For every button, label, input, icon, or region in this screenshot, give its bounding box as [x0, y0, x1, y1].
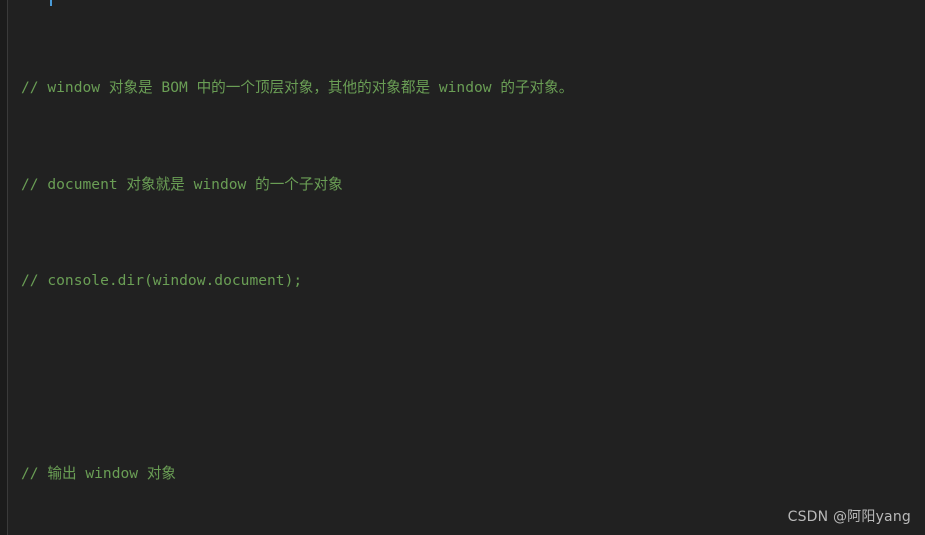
editor-left-gutter-strip — [0, 0, 7, 535]
code-line[interactable]: // console.dir(window.document); — [21, 269, 925, 293]
code-line[interactable]: // 输出 window 对象 — [21, 462, 925, 486]
code-line[interactable]: // document 对象就是 window 的一个子对象 — [21, 173, 925, 197]
editor-left-divider — [7, 0, 8, 535]
code-content-area[interactable]: // window 对象是 BOM 中的一个顶层对象，其他的对象都是 windo… — [21, 4, 925, 535]
code-line[interactable]: // window 对象是 BOM 中的一个顶层对象，其他的对象都是 windo… — [21, 76, 925, 100]
comment-token: // document 对象就是 window 的一个子对象 — [21, 175, 343, 193]
csdn-watermark: CSDN @阿阳yang — [787, 509, 911, 525]
comment-token: // console.dir(window.document); — [21, 272, 303, 290]
code-line-blank[interactable] — [21, 365, 925, 389]
code-editor-screenshot: // window 对象是 BOM 中的一个顶层对象，其他的对象都是 windo… — [0, 0, 925, 535]
comment-token: // 输出 window 对象 — [21, 464, 177, 482]
comment-token: // window 对象是 BOM 中的一个顶层对象，其他的对象都是 windo… — [21, 79, 574, 97]
